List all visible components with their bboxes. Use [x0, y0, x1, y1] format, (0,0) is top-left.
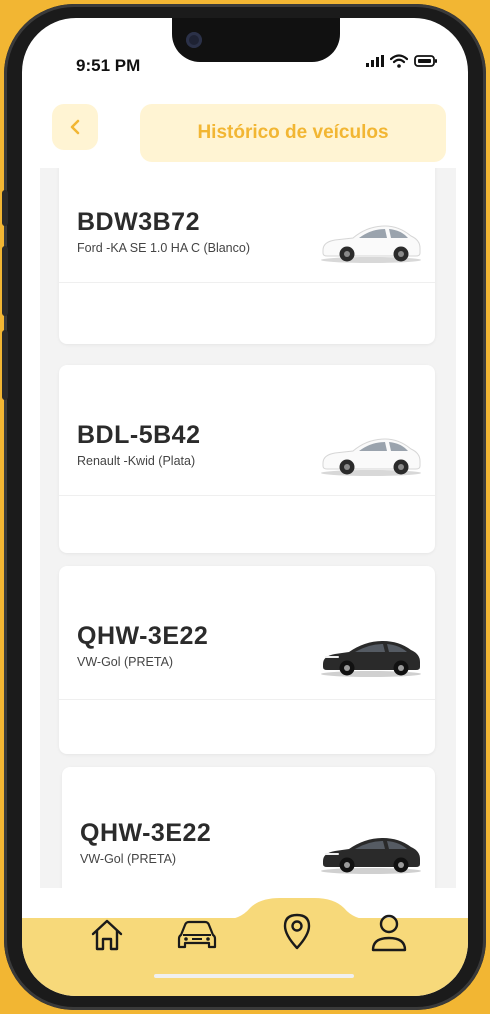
vehicle-list: BDW3B72 Ford -KA SE 1.0 HA C (Blanco) BD… [40, 168, 456, 888]
vehicle-plate: BDL-5B42 [77, 421, 201, 449]
back-button[interactable] [52, 104, 98, 150]
vehicle-model: VW-Gol (PRETA) [80, 852, 177, 866]
nav-vehicles[interactable] [172, 914, 222, 956]
nav-profile[interactable] [368, 910, 410, 956]
battery-icon [414, 55, 437, 67]
page-title: Histórico de veículos [197, 122, 389, 143]
vehicle-card[interactable]: BDW3B72 Ford -KA SE 1.0 HA C (Blanco) [59, 168, 435, 344]
app-screen: 9:51 PM Histórico de veículos BDW3B72 Fo… [22, 18, 468, 996]
vehicle-card[interactable]: QHW-3E22 VW-Gol (PRETA) [62, 767, 435, 888]
vehicle-model: VW-Gol (PRETA) [77, 655, 174, 669]
phone-side-button [2, 246, 8, 316]
camera-icon [186, 32, 202, 48]
signal-icon [366, 55, 384, 67]
phone-side-button [2, 190, 8, 226]
car-black-icon [321, 641, 421, 677]
vehicle-model: Ford -KA SE 1.0 HA C (Blanco) [77, 241, 250, 255]
header: Histórico de veículos [140, 104, 446, 162]
car-white-icon [321, 225, 421, 263]
vehicle-card[interactable]: QHW-3E22 VW-Gol (PRETA) [59, 566, 435, 754]
home-indicator [154, 974, 354, 978]
vehicle-plate: QHW-3E22 [77, 622, 209, 650]
vehicle-card[interactable]: BDL-5B42 Renault -Kwid (Plata) [59, 365, 435, 553]
vehicle-plate: QHW-3E22 [80, 819, 212, 847]
home-icon [91, 919, 123, 951]
user-icon [371, 914, 407, 952]
location-pin-icon [283, 913, 311, 950]
nav-home[interactable] [86, 914, 128, 956]
phone-side-button [2, 330, 8, 400]
status-time: 9:51 PM [76, 56, 141, 75]
vehicle-model: Renault -Kwid (Plata) [77, 454, 196, 468]
status-icons [366, 54, 438, 68]
wifi-icon [390, 54, 408, 68]
divider [59, 495, 435, 496]
chevron-left-icon [70, 119, 80, 135]
car-icon [177, 920, 217, 949]
car-white-icon [321, 438, 421, 476]
nav-location[interactable] [276, 908, 318, 954]
divider [59, 282, 435, 283]
vehicle-plate: BDW3B72 [77, 208, 200, 236]
divider [59, 699, 435, 700]
car-black-icon [321, 838, 421, 874]
